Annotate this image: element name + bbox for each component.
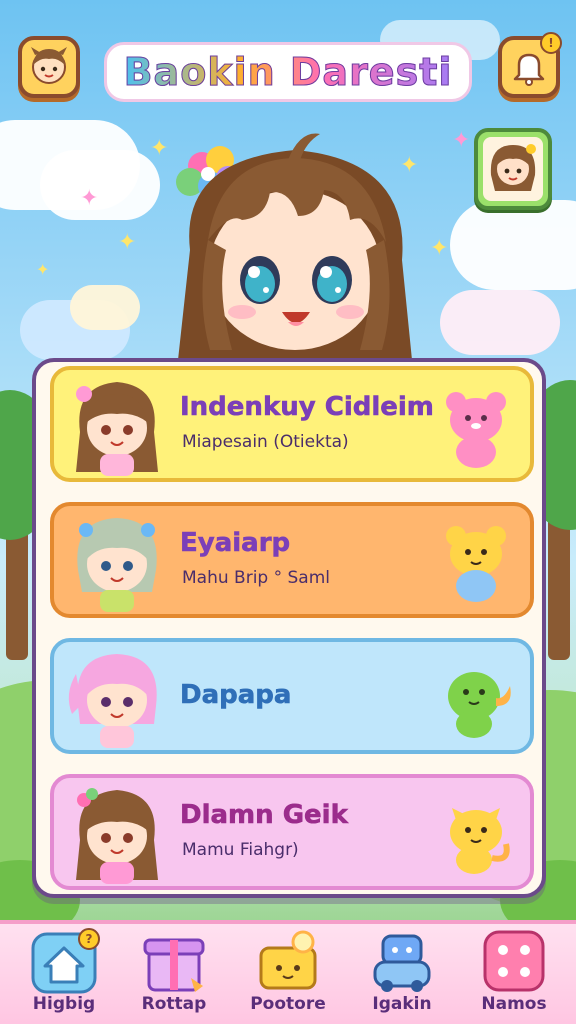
- yellow-cat-pet-icon: [450, 808, 510, 874]
- character-portrait-icon: [77, 518, 157, 612]
- character-name: Dapapa: [180, 680, 292, 711]
- nav-item-pootore[interactable]: Pootore: [240, 928, 336, 1024]
- gift-box-icon: [143, 938, 205, 992]
- character-card[interactable]: Dapapa: [50, 638, 534, 754]
- player-avatar-icon: [483, 137, 543, 201]
- character-card[interactable]: Eyaiarp Mahu Brip ° Saml: [50, 502, 534, 618]
- nav-label: Pootore: [250, 994, 326, 1014]
- character-subtitle: Miapesain (Otiekta): [182, 432, 349, 452]
- character-subtitle: Mamu Fiahgr): [182, 840, 299, 860]
- character-name: Indenkuy Cidleim: [180, 392, 435, 423]
- nav-label: Rottap: [141, 994, 207, 1014]
- character-card[interactable]: Indenkuy Cidleim Miapesain (Otiekta): [50, 366, 534, 482]
- treasure-icon: [259, 930, 317, 990]
- game-title: Baokin Daresti: [123, 50, 453, 95]
- character-portrait-icon: [76, 788, 158, 884]
- home-badge: ?: [78, 928, 100, 950]
- nav-label: Higbig: [32, 994, 96, 1014]
- notification-bell-icon: [513, 53, 545, 86]
- nav-label: Namos: [481, 994, 547, 1014]
- robot-toy-icon: [373, 934, 431, 992]
- nav-item-higbig[interactable]: ? Higbig: [16, 928, 112, 1024]
- nav-item-igakin[interactable]: Igakin: [354, 928, 450, 1024]
- character-list-panel: Indenkuy Cidleim Miapesain (Otiekta) Eya…: [32, 358, 546, 898]
- game-title-banner: Baokin Daresti: [104, 42, 472, 102]
- green-dino-pet-icon: [448, 672, 511, 738]
- main-character-illustration: [176, 133, 412, 360]
- pink-bear-pet-icon: [446, 392, 506, 468]
- character-name: Eyaiarp: [180, 528, 291, 559]
- notification-button[interactable]: !: [498, 32, 562, 98]
- player-avatar-frame[interactable]: [474, 128, 552, 210]
- notification-badge: !: [540, 32, 562, 54]
- nav-label: Igakin: [372, 994, 432, 1014]
- profile-button[interactable]: [18, 36, 80, 98]
- dice-icon: [483, 930, 545, 992]
- nav-item-namos[interactable]: Namos: [466, 928, 562, 1024]
- character-name: Dlamn Geik: [180, 800, 348, 831]
- character-portrait-icon: [76, 382, 158, 476]
- character-subtitle: Mahu Brip ° Saml: [182, 568, 331, 588]
- nav-item-rottap[interactable]: Rottap: [126, 928, 222, 1024]
- character-portrait-icon: [68, 654, 157, 748]
- profile-icon: [31, 47, 67, 84]
- character-card[interactable]: Dlamn Geik Mamu Fiahgr): [50, 774, 534, 890]
- bottom-navigation: ? Higbig Rottap Pootore Igakin Namos: [0, 920, 576, 1024]
- yellow-bear-pet-icon: [446, 526, 506, 602]
